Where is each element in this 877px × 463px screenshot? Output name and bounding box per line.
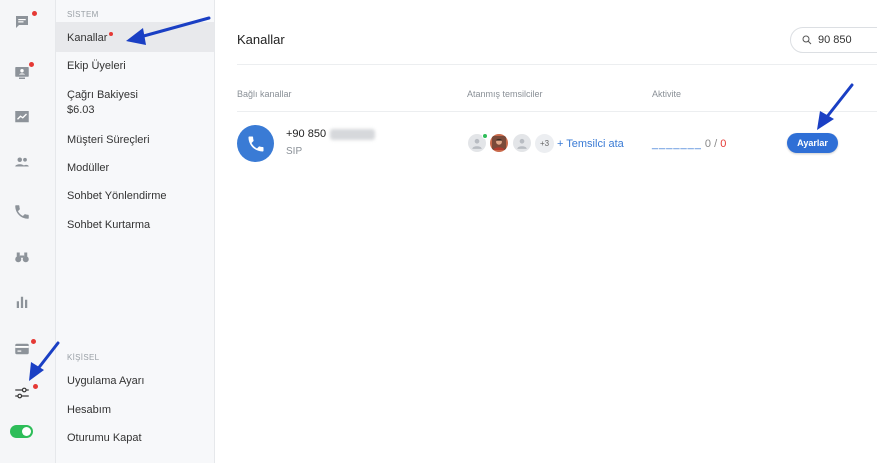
sliders-icon[interactable] xyxy=(8,379,36,407)
nav-item-musteri-surecleri[interactable]: Müşteri Süreçleri xyxy=(56,133,214,148)
phone-icon xyxy=(248,136,263,151)
availability-toggle[interactable] xyxy=(10,425,33,438)
nav-item-label: Çağrı Bakiyesi xyxy=(67,89,138,101)
nav-section-system: SİSTEM xyxy=(67,10,99,19)
divider xyxy=(237,64,877,65)
settings-nav: SİSTEM Kanallar Ekip Üyeleri Çağrı Bakiy… xyxy=(56,0,215,463)
nav-item-label: Kanallar xyxy=(67,32,108,44)
toggle-knob xyxy=(22,427,31,436)
icon-rail xyxy=(0,0,56,463)
people-icon[interactable] xyxy=(8,148,36,176)
notification-dot xyxy=(109,32,114,36)
nav-item-ekip-uyeleri[interactable]: Ekip Üyeleri xyxy=(56,59,214,74)
notification-dot xyxy=(29,62,34,67)
channel-avatar xyxy=(237,125,274,162)
search-input[interactable] xyxy=(818,34,877,46)
user-photo-icon xyxy=(492,136,506,150)
page-title: Kanallar xyxy=(237,32,285,47)
user-placeholder-icon xyxy=(517,138,527,149)
binoculars-icon[interactable] xyxy=(8,243,36,271)
nav-item-uygulama-ayari[interactable]: Uygulama Ayarı xyxy=(56,374,214,389)
activity-value: _______ 0 / 0 xyxy=(652,138,726,150)
channel-number: +90 850 xyxy=(286,128,376,140)
column-header-agents: Atanmış temsilciler xyxy=(467,89,543,99)
activity-total: 0 xyxy=(720,138,727,150)
channel-number-text: +90 850 xyxy=(286,128,327,140)
activity-count: 0 xyxy=(704,138,712,150)
nav-section-personal: KİŞİSEL xyxy=(67,353,100,362)
nav-item-hesabim[interactable]: Hesabım xyxy=(56,403,214,418)
nav-item-sohbet-kurtarma[interactable]: Sohbet Kurtarma xyxy=(56,218,214,233)
phone-icon[interactable] xyxy=(8,198,36,226)
analytics-chart-icon[interactable] xyxy=(8,103,36,131)
activity-bar: _______ xyxy=(652,138,702,150)
settings-button[interactable]: Ayarlar xyxy=(787,133,838,153)
nav-item-cagri-bakiyesi[interactable]: Çağrı Bakiyesi $6.03 xyxy=(56,88,214,118)
balance-value: $6.03 xyxy=(67,104,95,116)
agent-avatar[interactable] xyxy=(513,134,531,152)
notification-dot xyxy=(33,384,38,389)
column-header-activity: Aktivite xyxy=(652,89,682,99)
bar-chart-icon[interactable] xyxy=(8,288,36,316)
nav-item-kanallar[interactable]: Kanallar xyxy=(56,22,214,52)
notification-dot xyxy=(32,11,37,16)
notification-dot xyxy=(31,339,36,344)
main-content: Kanallar Bağlı kanallar Atanmış temsilci… xyxy=(215,0,877,463)
more-agents-badge[interactable]: +3 xyxy=(535,134,554,153)
divider xyxy=(237,111,877,112)
activity-separator: / xyxy=(714,138,718,150)
nav-item-sohbet-yonlendirme[interactable]: Sohbet Yönlendirme xyxy=(56,189,214,204)
column-header-channels: Bağlı kanallar xyxy=(237,89,292,99)
online-status-dot xyxy=(482,133,488,139)
channel-type: SIP xyxy=(286,146,303,157)
nav-item-moduller[interactable]: Modüller xyxy=(56,161,214,176)
assign-agent-link[interactable]: + Temsilci ata xyxy=(557,138,624,150)
search-icon xyxy=(802,35,812,45)
redacted-digits xyxy=(330,128,376,140)
search-box[interactable] xyxy=(790,27,877,53)
agent-avatar[interactable] xyxy=(490,134,508,152)
nav-item-oturumu-kapat[interactable]: Oturumu Kapat xyxy=(56,431,214,446)
